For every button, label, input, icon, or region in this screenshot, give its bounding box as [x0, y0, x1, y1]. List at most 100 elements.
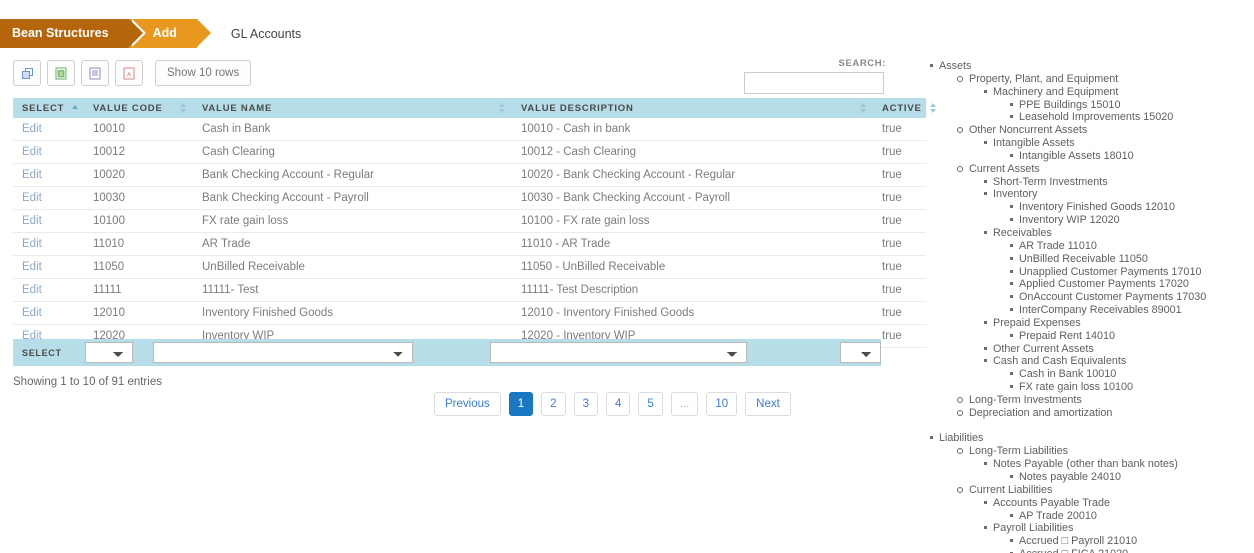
tree-node[interactable]: Machinery and Equipment — [918, 86, 1248, 99]
tree-node[interactable]: Prepaid Rent 14010 — [918, 330, 1248, 343]
edit-link[interactable]: Edit — [22, 146, 42, 158]
tree-node[interactable]: Applied Customer Payments 17020 — [918, 278, 1248, 291]
tree-bullet-square-icon — [1010, 385, 1013, 389]
tree-node[interactable]: Accounts Payable Trade — [918, 497, 1248, 510]
breadcrumb-item-bean-structures[interactable]: Bean Structures — [0, 19, 146, 48]
tree-node[interactable]: Current Liabilities — [918, 484, 1248, 497]
edit-link[interactable]: Edit — [22, 169, 42, 181]
tree-node[interactable]: UnBilled Receivable 11050 — [918, 253, 1248, 266]
cell-value-code: 12010 — [84, 301, 193, 325]
tree-node[interactable]: Receivables — [918, 227, 1248, 240]
edit-link[interactable]: Edit — [22, 284, 42, 296]
tree-node[interactable]: Current Assets — [918, 163, 1248, 176]
tree-node[interactable]: Cash and Cash Equivalents — [918, 355, 1248, 368]
export-toolbar: X A Show 10 rows — [13, 60, 252, 86]
tree-node[interactable]: Other Noncurrent Assets — [918, 124, 1248, 137]
tree-node[interactable]: InterCompany Receivables 89001 — [918, 304, 1248, 317]
edit-link[interactable]: Edit — [22, 192, 42, 204]
column-header-value-name[interactable]: VALUE NAME — [193, 98, 512, 118]
column-header-select[interactable]: SELECT — [13, 98, 84, 118]
tree-node[interactable]: Depreciation and amortization — [918, 407, 1248, 420]
page-button-next[interactable]: Next — [745, 392, 791, 416]
tree-node[interactable]: Leasehold Improvements 15020 — [918, 111, 1248, 124]
page-button-previous[interactable]: Previous — [434, 392, 501, 416]
cell-value-name: FX rate gain loss — [193, 209, 512, 233]
tree-node[interactable]: AR Trade 11010 — [918, 240, 1248, 253]
column-header-value-description[interactable]: VALUE DESCRIPTION — [512, 98, 873, 118]
tree-node[interactable]: Accrued □ FICA 21020 — [918, 548, 1248, 553]
cell-value-name: Cash Clearing — [193, 140, 512, 164]
tree-node[interactable]: Inventory Finished Goods 12010 — [918, 201, 1248, 214]
edit-link[interactable]: Edit — [22, 261, 42, 273]
tree-node[interactable]: Liabilities — [918, 432, 1248, 445]
copy-button[interactable] — [13, 60, 41, 86]
tree-node[interactable]: Short-Term Investments — [918, 176, 1248, 189]
page-button-3[interactable]: 3 — [573, 392, 598, 416]
page-button-5[interactable]: 5 — [638, 392, 663, 416]
column-label: VALUE NAME — [202, 102, 273, 114]
svg-text:A: A — [127, 72, 131, 78]
tree-node[interactable]: Long-Term Investments — [918, 394, 1248, 407]
edit-link[interactable]: Edit — [22, 307, 42, 319]
tree-bullet-square-icon — [1010, 243, 1013, 247]
cell-value-name: AR Trade — [193, 232, 512, 256]
gl-accounts-table: SELECT VALUE CODE VALUE NAME VALUE DESCR… — [13, 98, 936, 348]
tree-node-label: Notes payable 24010 — [1019, 471, 1122, 483]
filter-value-name-select[interactable] — [153, 342, 413, 363]
show-rows-button[interactable]: Show 10 rows — [155, 60, 252, 86]
cell-value-code: 10010 — [84, 118, 193, 141]
tree-bullet-circle-icon — [957, 127, 963, 134]
tree-node[interactable]: Assets — [918, 60, 1248, 73]
tree-node[interactable]: Other Current Assets — [918, 343, 1248, 356]
tree-node[interactable]: Property, Plant, and Equipment — [918, 73, 1248, 86]
search-input[interactable] — [744, 72, 884, 94]
tree-node[interactable]: Unapplied Customer Payments 17010 — [918, 266, 1248, 279]
tree-node[interactable]: Inventory — [918, 188, 1248, 201]
cell-value-code: 11050 — [84, 255, 193, 279]
excel-export-button[interactable]: X — [47, 60, 75, 86]
cell-value-name: UnBilled Receivable — [193, 255, 512, 279]
tree-node[interactable]: Prepaid Expenses — [918, 317, 1248, 330]
tree-node[interactable]: AP Trade 20010 — [918, 510, 1248, 523]
tree-node[interactable]: Notes Payable (other than bank notes) — [918, 458, 1248, 471]
page-button-2[interactable]: 2 — [541, 392, 566, 416]
tree-node[interactable]: Accrued □ Payroll 21010 — [918, 535, 1248, 548]
table-row: Edit 10012 Cash Clearing 10012 - Cash Clear… — [13, 140, 926, 164]
tree-node[interactable]: Notes payable 24010 — [918, 471, 1248, 484]
tree-bullet-square-icon — [1010, 102, 1013, 106]
column-header-value-code[interactable]: VALUE CODE — [84, 98, 193, 118]
page-button-1[interactable]: 1 — [508, 392, 534, 416]
filter-value-description-select[interactable] — [489, 342, 747, 363]
tree-node-label: Leasehold Improvements 15020 — [1019, 111, 1174, 124]
tree-node-label: Prepaid Expenses — [993, 316, 1081, 329]
tree-node[interactable]: PPE Buildings 15010 — [918, 99, 1248, 112]
tree-node[interactable]: OnAccount Customer Payments 17030 — [918, 291, 1248, 304]
tree-node[interactable]: Long-Term Liabilities — [918, 445, 1248, 458]
tree-node[interactable]: Intangible Assets 18010 — [918, 150, 1248, 163]
tree-node[interactable]: Payroll Liabilities — [918, 522, 1248, 535]
tree-node[interactable]: Cash in Bank 10010 — [918, 368, 1248, 381]
table-row: Edit 12010 Inventory Finished Goods 12010 -… — [13, 301, 926, 325]
pdf-export-button[interactable]: A — [115, 60, 143, 86]
cell-value-description: 11050 - UnBilled Receivable — [512, 255, 873, 279]
cell-value-name: 11111- Test — [193, 278, 512, 302]
page-button-4[interactable]: 4 — [605, 392, 631, 416]
tree-node[interactable]: FX rate gain loss 10100 — [918, 381, 1248, 394]
edit-link[interactable]: Edit — [22, 215, 42, 227]
filter-value-code-select[interactable] — [84, 342, 134, 363]
csv-export-button[interactable] — [81, 60, 109, 86]
tree-node-label: Applied Customer Payments 17020 — [1019, 278, 1189, 291]
tree-node[interactable]: Inventory WIP 12020 — [918, 214, 1248, 227]
cell-value-name: Bank Checking Account - Payroll — [193, 186, 512, 210]
tree-bullet-square-icon — [1010, 513, 1013, 517]
cell-value-name: Bank Checking Account - Regular — [193, 163, 512, 187]
cell-value-code: 11111 — [84, 278, 193, 302]
page-button-10[interactable]: 10 — [706, 392, 738, 416]
edit-link[interactable]: Edit — [22, 123, 42, 135]
edit-link[interactable]: Edit — [22, 238, 42, 250]
column-label: VALUE DESCRIPTION — [521, 102, 634, 114]
tree-node-label: Cash in Bank 10010 — [1019, 368, 1117, 381]
page-button--[interactable]: ... — [670, 392, 699, 416]
tree-node[interactable]: Intangible Assets — [918, 137, 1248, 150]
filter-active-select[interactable] — [839, 342, 882, 363]
